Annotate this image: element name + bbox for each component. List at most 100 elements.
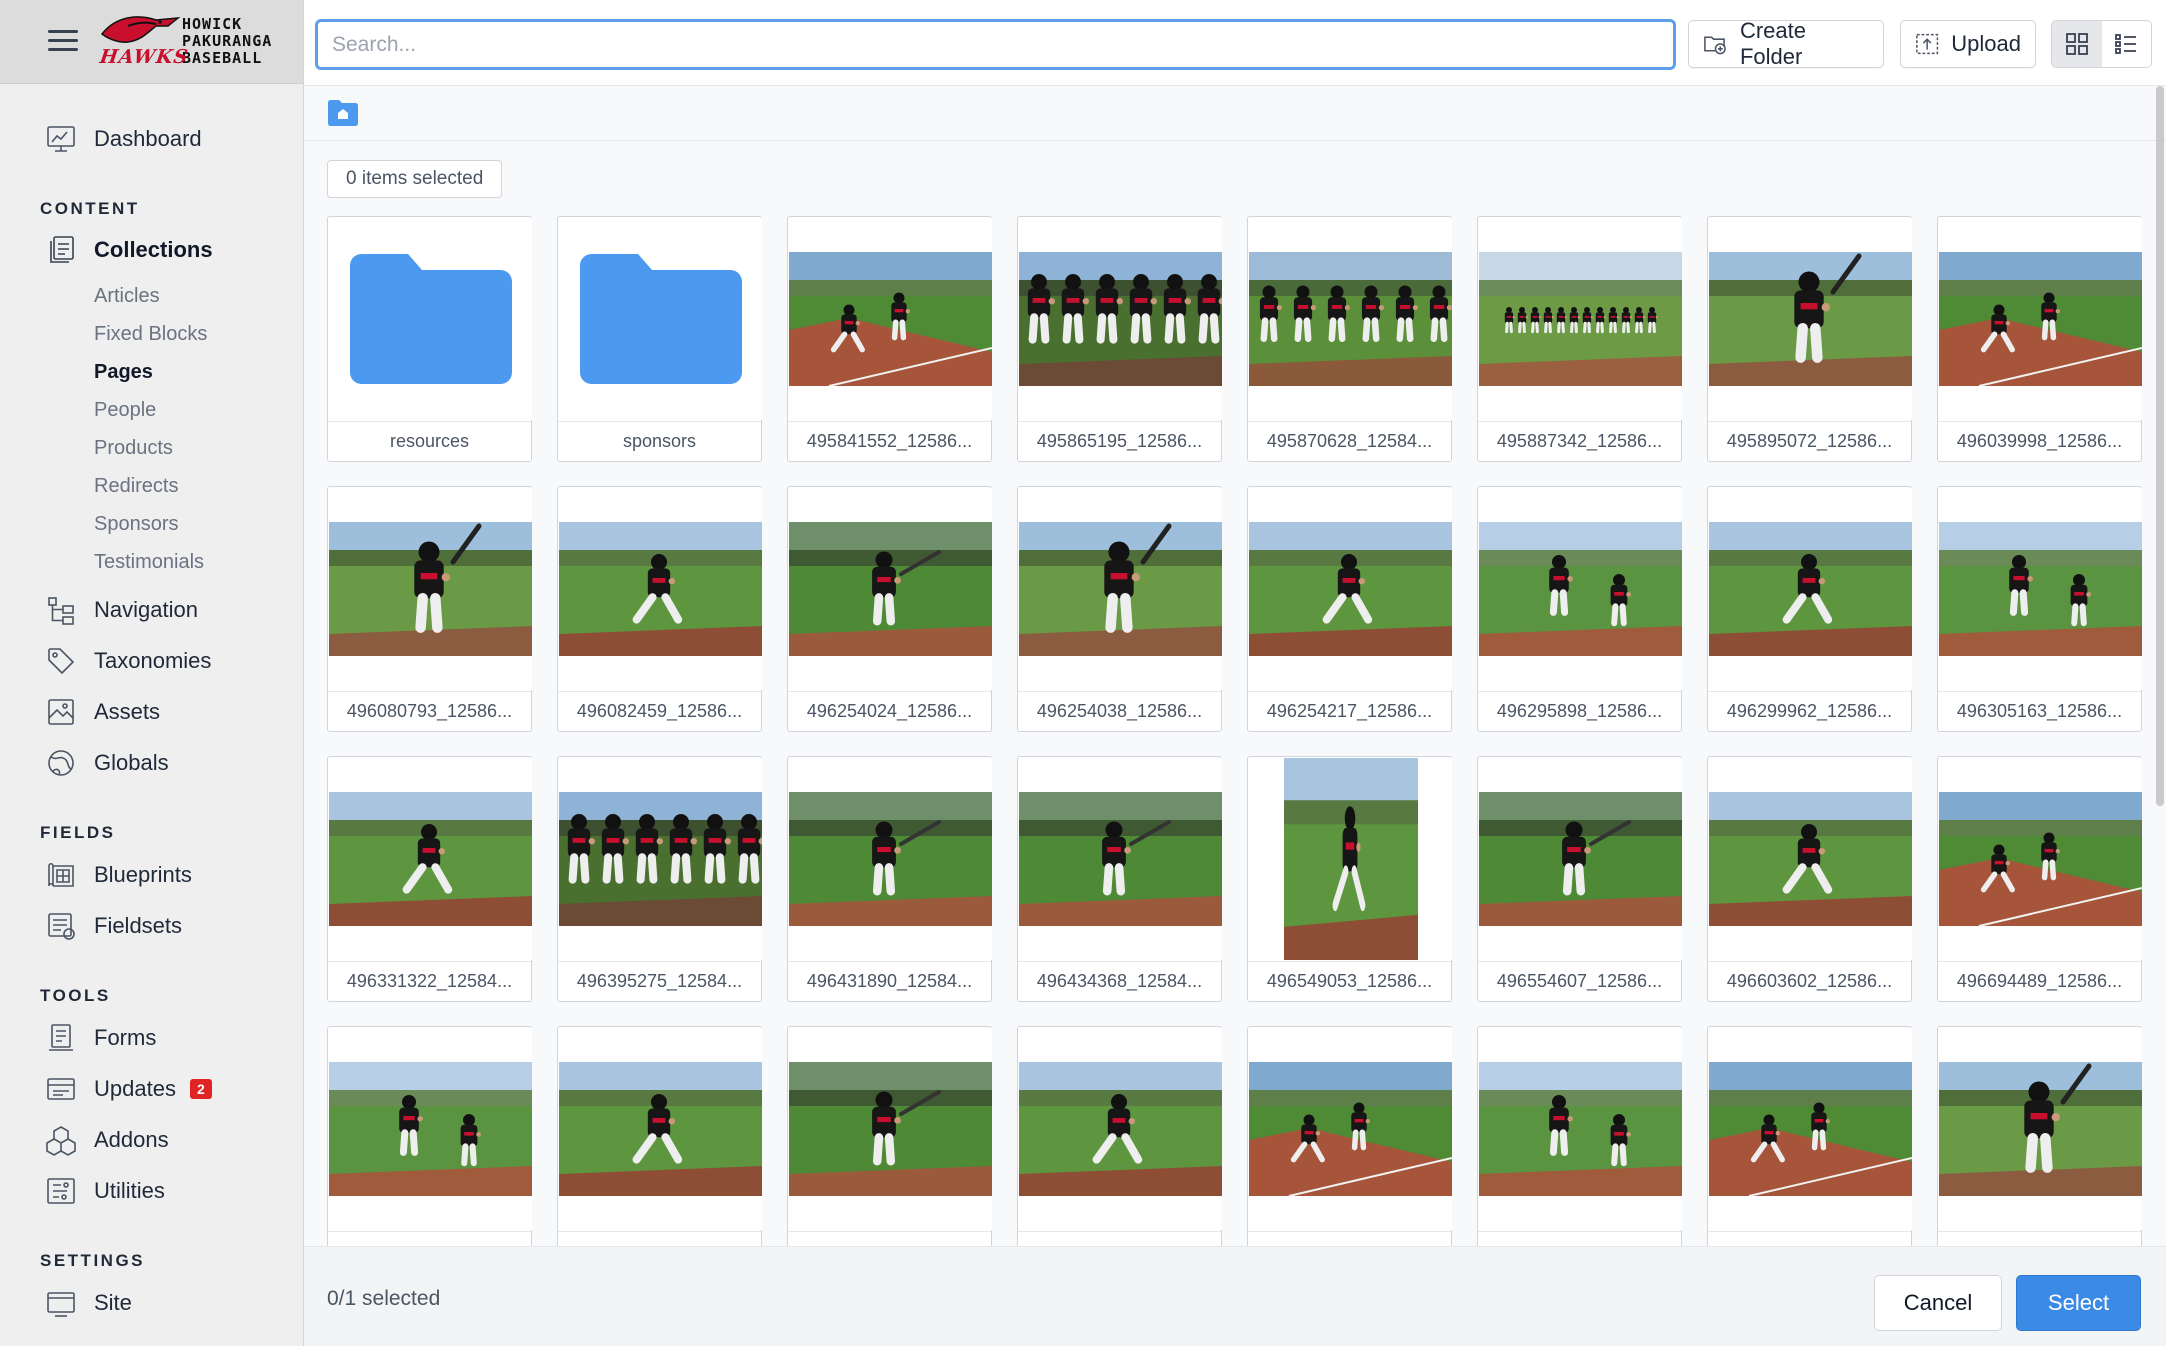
asset-thumbnail bbox=[1019, 218, 1222, 420]
upload-icon bbox=[1916, 33, 1939, 55]
asset-tile[interactable]: 496554607_12586... bbox=[1477, 756, 1682, 1002]
asset-thumbnail bbox=[789, 218, 992, 420]
collection-fixed-blocks[interactable]: Fixed Blocks bbox=[94, 323, 207, 346]
asset-tile[interactable]: 496080793_12586... bbox=[327, 486, 532, 732]
folder-tile[interactable]: resources bbox=[327, 216, 532, 462]
asset-tile[interactable]: 496305163_12586... bbox=[1937, 486, 2142, 732]
asset-filename: 496434368_12584... bbox=[1018, 961, 1221, 1001]
asset-filename: 496299962_12586... bbox=[1708, 691, 1911, 731]
create-folder-button[interactable]: Create Folder bbox=[1688, 18, 1884, 69]
baseball-photo bbox=[1479, 522, 1682, 656]
updates-count-badge: 2 bbox=[189, 1079, 212, 1099]
collection-sponsors[interactable]: Sponsors bbox=[94, 513, 179, 536]
image-icon bbox=[44, 695, 78, 729]
breadcrumb bbox=[304, 86, 2166, 141]
sidebar: HOWICK PAKURANGA BASEBALL HAWKS Dashboar… bbox=[0, 0, 304, 1346]
asset-tile[interactable] bbox=[1937, 1026, 2142, 1246]
asset-tile[interactable] bbox=[787, 1026, 992, 1246]
asset-tile[interactable] bbox=[1477, 1026, 1682, 1246]
home-folder-icon[interactable] bbox=[327, 99, 359, 127]
asset-tile[interactable] bbox=[1707, 1026, 1912, 1246]
asset-tile[interactable]: 496395275_12584... bbox=[557, 756, 762, 1002]
asset-tile[interactable] bbox=[1017, 1026, 1222, 1246]
nav-forms[interactable]: Forms bbox=[44, 1018, 156, 1058]
baseball-photo bbox=[1019, 1062, 1222, 1196]
asset-tile[interactable]: 495870628_12584... bbox=[1247, 216, 1452, 462]
asset-filename: 496082459_12586... bbox=[558, 691, 761, 731]
asset-tile[interactable]: 495841552_12586... bbox=[787, 216, 992, 462]
site-logo[interactable]: HOWICK PAKURANGA BASEBALL HAWKS bbox=[98, 12, 298, 72]
asset-tile[interactable] bbox=[557, 1026, 762, 1246]
asset-tile[interactable]: 495887342_12586... bbox=[1477, 216, 1682, 462]
nav-blueprints[interactable]: Blueprints bbox=[44, 855, 192, 895]
asset-tile[interactable]: 496082459_12586... bbox=[557, 486, 762, 732]
blueprint-icon bbox=[44, 858, 78, 892]
nav-fieldsets[interactable]: Fieldsets bbox=[44, 906, 182, 946]
asset-tile[interactable]: 496331322_12584... bbox=[327, 756, 532, 1002]
nav-assets[interactable]: Assets bbox=[44, 692, 160, 732]
collection-products[interactable]: Products bbox=[94, 437, 173, 460]
selection-status: 0/1 selected bbox=[327, 1287, 441, 1310]
asset-tile[interactable]: 496039998_12586... bbox=[1937, 216, 2142, 462]
baseball-photo bbox=[1939, 792, 2142, 926]
baseball-photo bbox=[1019, 522, 1222, 656]
collection-people[interactable]: People bbox=[94, 399, 156, 422]
collection-testimonials[interactable]: Testimonials bbox=[94, 551, 204, 574]
asset-tile[interactable]: 496431890_12584... bbox=[787, 756, 992, 1002]
asset-filename: 496331322_12584... bbox=[328, 961, 531, 1001]
asset-filename: 496694489_12586... bbox=[1938, 961, 2141, 1001]
asset-filename bbox=[788, 1231, 991, 1246]
asset-tile[interactable]: 496434368_12584... bbox=[1017, 756, 1222, 1002]
nav-site[interactable]: Site bbox=[44, 1283, 132, 1323]
scrollbar[interactable] bbox=[2156, 86, 2164, 806]
asset-thumbnail bbox=[789, 488, 992, 690]
nav-addons[interactable]: Addons bbox=[44, 1120, 169, 1160]
asset-tile[interactable] bbox=[327, 1026, 532, 1246]
asset-thumbnail bbox=[1479, 1028, 1682, 1230]
nav-utilities[interactable]: Utilities bbox=[44, 1171, 165, 1211]
asset-thumbnail bbox=[1479, 488, 1682, 690]
hamburger-menu-icon[interactable] bbox=[48, 30, 78, 54]
asset-filename: 495841552_12586... bbox=[788, 421, 991, 461]
nav-globals[interactable]: Globals bbox=[44, 743, 169, 783]
collection-pages[interactable]: Pages bbox=[94, 361, 153, 384]
asset-tile[interactable]: 496549053_12586... bbox=[1247, 756, 1452, 1002]
nav-forms-label: Forms bbox=[94, 1025, 157, 1050]
nav-taxonomies[interactable]: Taxonomies bbox=[44, 641, 211, 681]
asset-tile[interactable]: 496254024_12586... bbox=[787, 486, 992, 732]
asset-tile[interactable]: 496254038_12586... bbox=[1017, 486, 1222, 732]
asset-tile[interactable]: 495865195_12586... bbox=[1017, 216, 1222, 462]
nav-updates[interactable]: Updates 2 bbox=[44, 1069, 212, 1109]
asset-tile[interactable]: 496694489_12586... bbox=[1937, 756, 2142, 1002]
select-button[interactable]: Select bbox=[2016, 1275, 2141, 1331]
search-input[interactable] bbox=[315, 19, 1676, 70]
asset-thumbnail bbox=[1709, 488, 1912, 690]
nav-collections[interactable]: Collections bbox=[44, 230, 213, 270]
section-settings: SETTINGS bbox=[40, 1251, 146, 1270]
collection-articles[interactable]: Articles bbox=[94, 285, 160, 308]
navigation-icon bbox=[44, 593, 78, 627]
asset-filename bbox=[1248, 1231, 1451, 1246]
asset-thumbnail bbox=[559, 758, 762, 960]
grid-view-button[interactable] bbox=[2052, 21, 2102, 67]
nav-navigation[interactable]: Navigation bbox=[44, 590, 198, 630]
asset-tile[interactable]: 496295898_12586... bbox=[1477, 486, 1682, 732]
collection-redirects[interactable]: Redirects bbox=[94, 475, 178, 498]
asset-tile[interactable]: 496603602_12586... bbox=[1707, 756, 1912, 1002]
asset-thumbnail bbox=[1249, 1028, 1452, 1230]
baseball-photo bbox=[1939, 522, 2142, 656]
globe-icon bbox=[44, 746, 78, 780]
cancel-button[interactable]: Cancel bbox=[1874, 1275, 2002, 1331]
asset-tile[interactable]: 496299962_12586... bbox=[1707, 486, 1912, 732]
asset-filename: 496395275_12584... bbox=[558, 961, 761, 1001]
list-view-button[interactable] bbox=[2102, 21, 2152, 67]
folder-tile[interactable]: sponsors bbox=[557, 216, 762, 462]
asset-tile[interactable]: 495895072_12586... bbox=[1707, 216, 1912, 462]
asset-tile[interactable]: 496254217_12586... bbox=[1247, 486, 1452, 732]
upload-button[interactable]: Upload bbox=[1900, 20, 2036, 68]
asset-tile[interactable] bbox=[1247, 1026, 1452, 1246]
baseball-photo bbox=[329, 522, 532, 656]
section-tools: TOOLS bbox=[40, 986, 111, 1005]
asset-thumbnail bbox=[1249, 488, 1452, 690]
nav-dashboard[interactable]: Dashboard bbox=[44, 119, 202, 159]
